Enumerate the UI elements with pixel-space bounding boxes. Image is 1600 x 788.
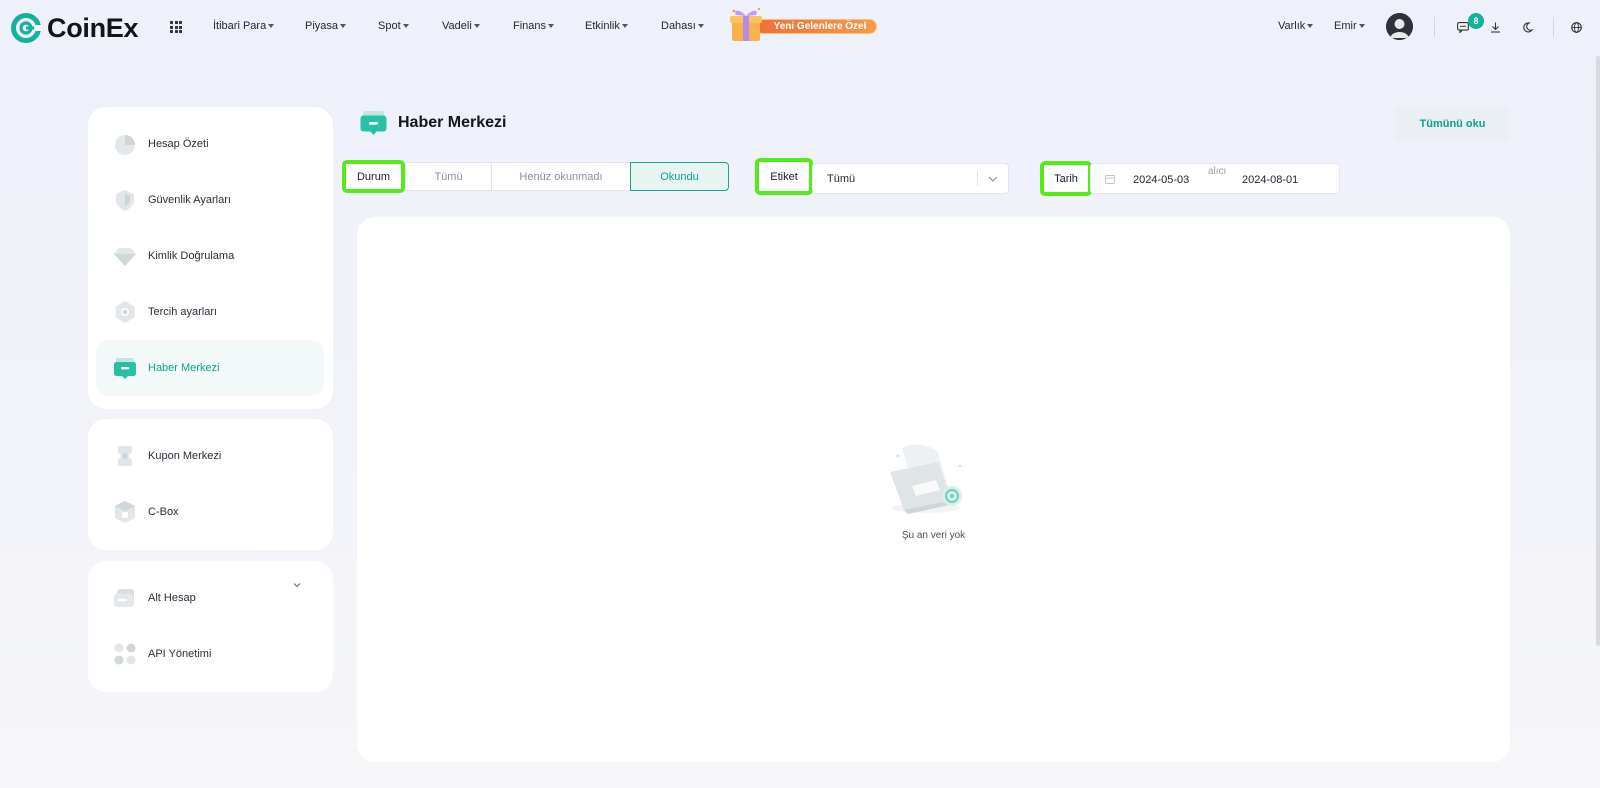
dark-mode-moon-icon[interactable] [1518, 18, 1536, 36]
sidebar-item-api-management[interactable]: API Yönetimi [96, 626, 324, 682]
shield-icon [116, 190, 134, 211]
sidebar-group-account: Hesap Özeti Güvenlik Ayarları Kimlik Doğ… [88, 107, 333, 409]
sidebar-item-identity-verification[interactable]: Kimlik Doğrulama [96, 228, 324, 284]
notification-count-badge: 8 [1468, 13, 1484, 29]
caret-down-icon [1358, 24, 1365, 28]
download-icon[interactable] [1486, 18, 1504, 36]
read-all-button[interactable]: Tümünü oku [1396, 108, 1509, 140]
nav-item-futures[interactable]: Vadeli [442, 20, 480, 32]
caret-down-icon [697, 24, 704, 28]
page-title: Haber Merkezi [398, 114, 507, 131]
caret-down-icon [621, 24, 628, 28]
sidebar-item-security-settings[interactable]: Güvenlik Ayarları [96, 172, 324, 228]
sidebar-item-coupon-center[interactable]: Kupon Merkezi [96, 428, 324, 484]
globe-language-icon[interactable] [1567, 18, 1585, 36]
caret-down-icon [340, 24, 347, 28]
sidebar-item-news-center[interactable]: Haber Merkezi [96, 340, 324, 396]
order-menu[interactable]: Emir [1334, 20, 1365, 32]
empty-state-message: Şu an veri yok [901, 530, 966, 541]
empty-data-illustration-icon [890, 444, 962, 514]
nav-item-fiat[interactable]: İtibari Para [213, 20, 275, 32]
message-box-icon [114, 358, 136, 379]
box-icon [115, 501, 135, 523]
sidebar-group-rewards: Kupon Merkezi C-Box [88, 419, 333, 550]
diamond-icon [114, 248, 136, 266]
tag-select[interactable]: Tümü [812, 163, 1009, 194]
sidebar-item-preferences[interactable]: Tercih ayarları [96, 284, 324, 340]
date-end-input[interactable]: 2024-08-01 [1242, 174, 1298, 186]
coupon-icon [118, 446, 132, 466]
sidebar-item-sub-account[interactable]: Alt Hesap [96, 570, 324, 626]
pie-chart-icon [115, 135, 135, 155]
tag-select-value: Tümü [827, 172, 856, 185]
chevron-down-icon [978, 163, 1008, 194]
user-avatar-icon [1386, 13, 1413, 40]
nav-item-events[interactable]: Etkinlik [585, 20, 628, 32]
caret-down-icon [548, 24, 555, 28]
gift-box-icon [730, 7, 762, 41]
divider [1434, 17, 1435, 37]
status-option-read[interactable]: Okundu [630, 162, 729, 191]
caret-down-icon [402, 24, 409, 28]
promo-label: Yeni Gelenlere Özel [755, 19, 877, 34]
status-option-unread[interactable]: Henüz okunmadı [491, 162, 631, 191]
sub-account-icon [114, 589, 134, 607]
message-box-icon [360, 111, 387, 135]
coinex-logo-icon [11, 13, 42, 43]
date-range-separator: alıcı [1208, 166, 1227, 177]
nav-item-more[interactable]: Dahası [661, 20, 704, 32]
date-range-picker[interactable]: 2024-05-03 alıcı 2024-08-01 [1090, 163, 1340, 194]
calendar-icon [1105, 175, 1115, 184]
date-start-input[interactable]: 2024-05-03 [1133, 174, 1189, 186]
news-list-panel: Şu an veri yok [357, 217, 1510, 762]
nav-item-finance[interactable]: Finans [513, 20, 555, 32]
date-filter-label: Tarih [1040, 161, 1092, 196]
sidebar-item-cbox[interactable]: C-Box [96, 484, 324, 540]
user-avatar[interactable] [1386, 13, 1413, 40]
status-filter-label: Durum [342, 160, 405, 193]
newcomer-promo-banner[interactable]: Yeni Gelenlere Özel [727, 6, 883, 44]
nav-item-market[interactable]: Piyasa [305, 20, 347, 32]
caret-down-icon [1307, 24, 1314, 28]
hexagon-settings-icon [115, 301, 135, 323]
top-navigation: CoinEx İtibari Para Piyasa Spot Vadeli F… [0, 0, 1600, 56]
asset-menu[interactable]: Varlık [1278, 20, 1314, 32]
coinex-logo[interactable]: CoinEx [10, 11, 139, 45]
chevron-down-icon[interactable] [293, 581, 301, 589]
sidebar-item-account-overview[interactable]: Hesap Özeti [96, 116, 324, 172]
apps-grid-icon[interactable] [170, 21, 182, 33]
brand-name: CoinEx [47, 12, 139, 43]
status-option-all[interactable]: Tümü [405, 162, 492, 191]
nav-item-spot[interactable]: Spot [378, 20, 409, 32]
tag-filter-label: Etiket [755, 158, 813, 195]
divider [1553, 17, 1554, 37]
page-scrollbar[interactable] [1596, 56, 1600, 646]
caret-down-icon [268, 24, 275, 28]
caret-down-icon [473, 24, 480, 28]
api-icon [114, 643, 136, 665]
